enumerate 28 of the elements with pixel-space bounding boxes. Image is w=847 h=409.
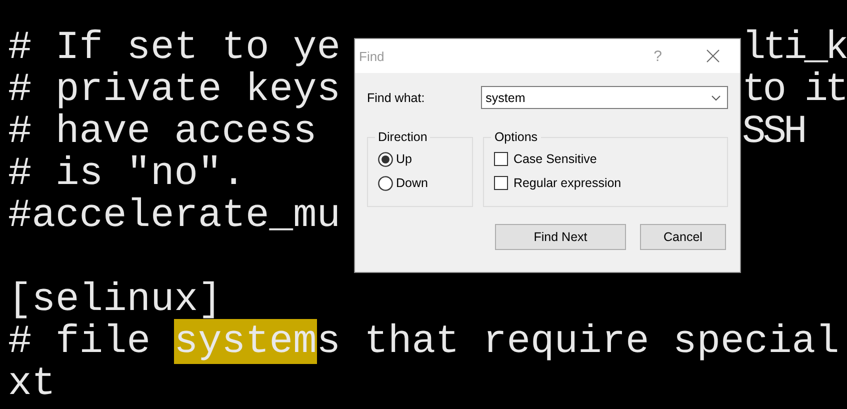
code-line: #accelerate_mu xyxy=(8,195,341,237)
code-line: # private keys xyxy=(8,69,341,111)
group-title: Options xyxy=(493,130,539,144)
cancel-button[interactable]: Cancel xyxy=(640,224,726,250)
radio-button[interactable] xyxy=(378,176,393,190)
checkbox-label[interactable]: Regular expression xyxy=(513,176,622,190)
group-title: Direction xyxy=(377,130,428,144)
code-line: [selinux] xyxy=(8,279,222,321)
radio-label[interactable]: Down xyxy=(396,176,428,190)
code-line: # file systems that require special xyxy=(8,321,840,363)
code-line: to it xyxy=(742,69,846,111)
find-what-combobox[interactable]: system xyxy=(480,86,728,109)
find-next-button[interactable]: Find Next xyxy=(495,224,626,250)
close-icon[interactable] xyxy=(706,49,720,63)
checkbox[interactable] xyxy=(494,152,508,166)
checkbox[interactable] xyxy=(494,176,508,190)
code-line: # have access xyxy=(8,111,317,153)
dialog-title: Find xyxy=(359,48,386,64)
radio-button[interactable] xyxy=(378,152,393,166)
checkbox-label[interactable]: Case Sensitive xyxy=(513,152,597,166)
code-line: SSH xyxy=(742,111,804,153)
caret-icon[interactable] xyxy=(711,94,721,100)
code-line: xt xyxy=(8,363,56,405)
code-line: # is "no". xyxy=(8,153,246,195)
find-what-label: Find what: xyxy=(367,90,426,104)
code-line: lti_k xyxy=(742,27,846,69)
code-line: # If set to ye xyxy=(8,27,341,69)
radio-label[interactable]: Up xyxy=(396,152,412,166)
